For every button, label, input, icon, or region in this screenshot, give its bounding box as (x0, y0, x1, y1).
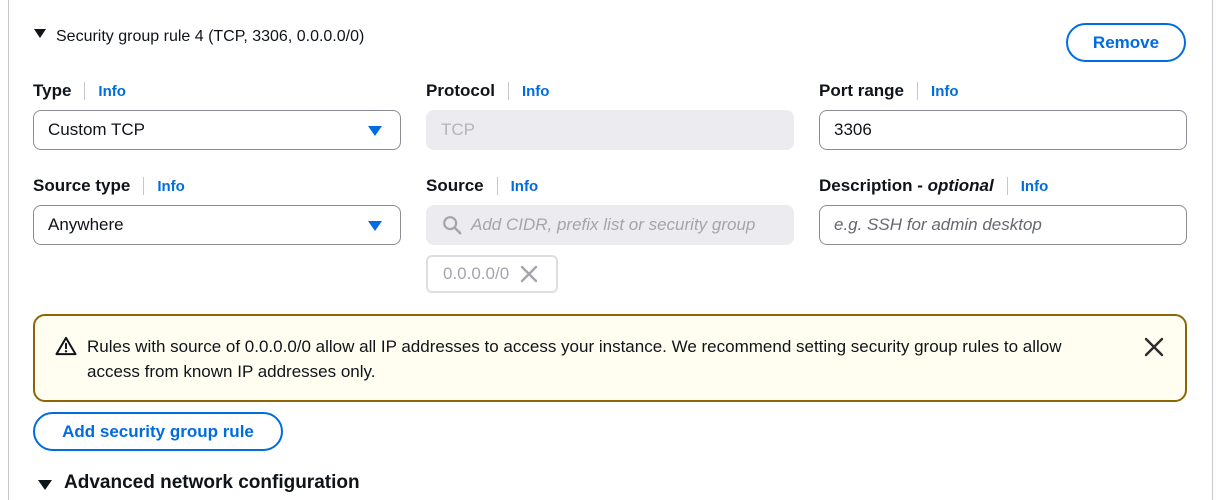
protocol-info-link[interactable]: Info (522, 83, 550, 100)
port-range-value: 3306 (834, 120, 872, 139)
description-placeholder: e.g. SSH for admin desktop (834, 215, 1042, 234)
description-label-text: Description (819, 176, 913, 195)
divider (507, 82, 509, 100)
source-type-select[interactable]: Anywhere (33, 205, 401, 245)
divider (496, 177, 498, 195)
protocol-value: TCP (441, 120, 475, 139)
source-token: 0.0.0.0/0 (426, 255, 558, 293)
divider (1006, 177, 1008, 195)
source-token-label: 0.0.0.0/0 (443, 264, 510, 283)
remove-button[interactable]: Remove (1066, 23, 1186, 62)
protocol-label: Protocol (426, 81, 495, 100)
port-range-info-link[interactable]: Info (931, 83, 959, 100)
port-range-label: Port range (819, 81, 905, 100)
add-security-group-rule-button[interactable]: Add security group rule (33, 412, 283, 451)
source-type-label: Source type (33, 176, 131, 195)
protocol-input: TCP (426, 110, 794, 150)
source-type-value: Anywhere (48, 215, 124, 234)
caret-down-icon (368, 221, 382, 231)
source-info-link[interactable]: Info (511, 178, 539, 195)
type-label: Type (33, 81, 72, 100)
description-info-link[interactable]: Info (1021, 178, 1049, 195)
type-value: Custom TCP (48, 120, 145, 139)
divider (143, 177, 145, 195)
caret-down-icon (368, 126, 382, 136)
source-type-field: Source type Info Anywhere (33, 175, 401, 245)
warning-alert: Rules with source of 0.0.0.0/0 allow all… (33, 314, 1187, 402)
close-icon[interactable] (1143, 336, 1165, 358)
type-select[interactable]: Custom TCP (33, 110, 401, 150)
source-label: Source (426, 176, 484, 195)
type-info-link[interactable]: Info (98, 83, 126, 100)
description-optional: optional (927, 176, 994, 195)
advanced-network-configuration-toggle[interactable]: Advanced network configuration (38, 472, 360, 494)
description-field: Description - optional Info e.g. SSH for… (819, 175, 1187, 245)
divider (84, 82, 86, 100)
rule-header[interactable]: Security group rule 4 (TCP, 3306, 0.0.0.… (34, 28, 364, 46)
source-type-info-link[interactable]: Info (157, 178, 185, 195)
caret-down-icon[interactable] (38, 480, 52, 490)
search-icon (443, 216, 462, 235)
close-icon[interactable] (519, 264, 539, 284)
warning-icon (55, 336, 77, 356)
source-placeholder: Add CIDR, prefix list or security group (471, 215, 756, 234)
protocol-field: Protocol Info TCP (426, 80, 794, 150)
caret-down-icon[interactable] (34, 28, 46, 38)
description-input[interactable]: e.g. SSH for admin desktop (819, 205, 1187, 245)
description-label: Description - optional (819, 176, 994, 195)
divider (917, 82, 919, 100)
rule-title: Security group rule 4 (TCP, 3306, 0.0.0.… (56, 28, 365, 45)
source-search-input[interactable]: Add CIDR, prefix list or security group (426, 205, 794, 245)
port-range-field: Port range Info 3306 (819, 80, 1187, 150)
advanced-network-configuration-label: Advanced network configuration (64, 472, 360, 493)
type-field: Type Info Custom TCP (33, 80, 401, 150)
source-field: Source Info Add CIDR, prefix list or sec… (426, 175, 794, 245)
port-range-input[interactable]: 3306 (819, 110, 1187, 150)
warning-message: Rules with source of 0.0.0.0/0 allow all… (87, 337, 1062, 381)
